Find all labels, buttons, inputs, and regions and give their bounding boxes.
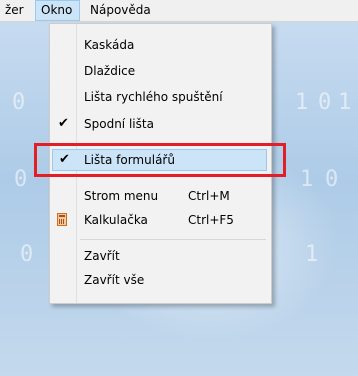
background-digit: 0 xyxy=(325,167,339,192)
menu-item-label: Zavřít vše xyxy=(84,273,145,287)
menu-item-label: Dlaždice xyxy=(84,64,136,78)
menubar-item-okno[interactable]: Okno xyxy=(35,0,80,21)
menu-item-strom-menu[interactable]: Strom menu Ctrl+M xyxy=(52,185,269,207)
menu-item-shortcut: Ctrl+M xyxy=(188,189,230,203)
menu-item-label: Kaskáda xyxy=(84,38,135,52)
checkmark-icon: ✔ xyxy=(58,116,69,131)
menu-bar: žer Okno Nápověda xyxy=(0,0,358,22)
red-highlight-annotation xyxy=(34,143,286,177)
menu-item-label: Kalkulačka xyxy=(84,213,148,227)
background-digit: 0 xyxy=(318,90,332,115)
background-digit: 1 xyxy=(300,167,314,192)
background-digit: 1 xyxy=(305,242,319,267)
menu-item-kaskada[interactable]: Kaskáda xyxy=(52,34,269,56)
calculator-icon xyxy=(57,213,67,226)
menu-item-kalkulacka[interactable]: Kalkulačka Ctrl+F5 xyxy=(52,209,269,231)
menubar-item-partial[interactable]: žer xyxy=(0,0,29,21)
menu-separator xyxy=(80,239,266,240)
background-digit: 1 xyxy=(295,90,309,115)
menubar-item-napoveda[interactable]: Nápověda xyxy=(85,0,156,21)
menu-item-label: Zavřít xyxy=(84,249,120,263)
menu-item-zavrit[interactable]: Zavřít xyxy=(52,245,269,267)
background-digit: 1 xyxy=(338,90,352,115)
menu-item-label: Spodní lišta xyxy=(84,117,154,131)
menu-item-spodni-lista[interactable]: ✔ Spodní lišta xyxy=(52,113,269,135)
menu-item-label: Strom menu xyxy=(84,189,159,203)
background-digit: 0 xyxy=(14,167,28,192)
background-digit: 0 xyxy=(12,90,26,115)
menu-item-lista-rychleho-spusteni[interactable]: Lišta rychlého spuštění xyxy=(52,86,269,108)
menu-item-shortcut: Ctrl+F5 xyxy=(188,213,234,227)
menu-item-label: Lišta rychlého spuštění xyxy=(84,90,223,104)
background-digit: 0 xyxy=(20,242,34,267)
menu-item-dlazdice[interactable]: Dlaždice xyxy=(52,60,269,82)
menu-item-zavrit-vse[interactable]: Zavřít vše xyxy=(52,269,269,291)
